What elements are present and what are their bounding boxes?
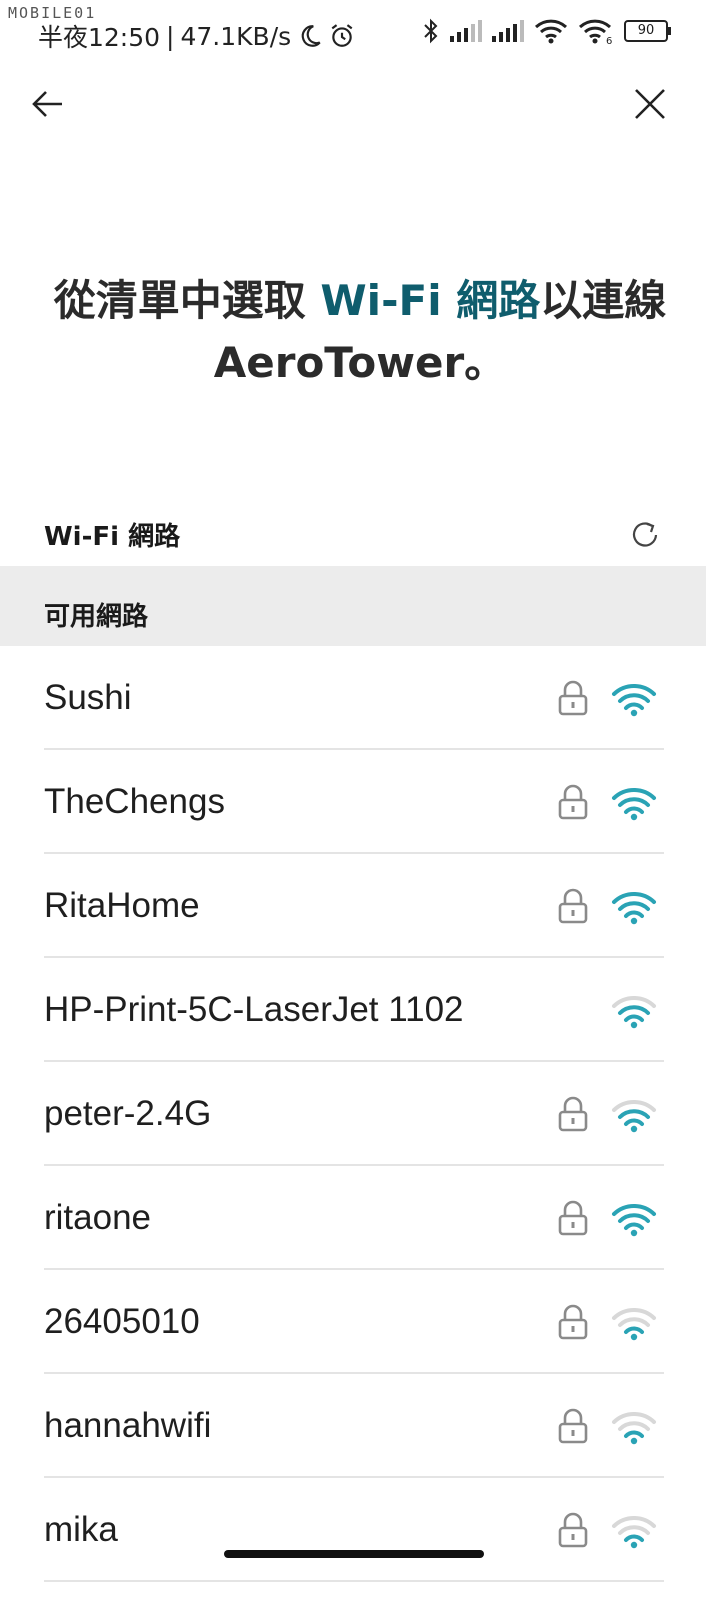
close-button[interactable] (632, 86, 668, 122)
status-left: 半夜12:50 | 47.1KB/s (38, 18, 355, 54)
network-name: mika (44, 1510, 118, 1549)
network-row[interactable]: mika (0, 1478, 706, 1582)
wifi-icon (534, 19, 568, 44)
wifi-signal-icon (612, 1100, 656, 1133)
network-row[interactable]: Sushi (0, 646, 706, 750)
status-bar: MOBILE01 半夜12:50 | 47.1KB/s 6 90 (0, 0, 720, 64)
lock-icon (558, 1512, 588, 1548)
back-button[interactable] (30, 86, 66, 122)
arrow-left-icon (32, 91, 62, 117)
wifi-signal-icon (612, 1516, 656, 1549)
network-row[interactable]: TheChengs (0, 750, 706, 854)
title-text-1: 從清單中選取 (53, 276, 321, 325)
section-title: Wi-Fi 網路 (44, 522, 181, 552)
wifi-signal-icon (612, 1412, 656, 1445)
network-name: TheChengs (44, 782, 225, 821)
network-speed: 47.1KB/s (180, 21, 292, 51)
home-indicator[interactable] (224, 1550, 484, 1558)
wifi-signal-icon (612, 788, 656, 821)
network-name: 26405010 (44, 1302, 200, 1341)
network-row[interactable]: ritaone (0, 1166, 706, 1270)
wifi-signal-icon (612, 1308, 656, 1341)
wifi-signal-icon (612, 996, 656, 1029)
status-separator: | (166, 21, 175, 51)
network-row[interactable]: peter-2.4G (0, 1062, 706, 1166)
network-row[interactable]: 26405010 (0, 1270, 706, 1374)
signal-icon (450, 20, 482, 42)
page-title: 從清單中選取 Wi-Fi 網路以連線 AeroTower。 (40, 270, 680, 394)
title-accent: Wi-Fi 網路 (320, 276, 541, 325)
wifi-signal-icon (612, 684, 656, 717)
network-name: RitaHome (44, 886, 200, 925)
network-row[interactable]: HP-Print-5C-LaserJet 1102 (0, 958, 706, 1062)
network-row[interactable]: hannahwifi (0, 1374, 706, 1478)
network-name: Sushi (44, 678, 132, 717)
lock-icon (558, 1096, 588, 1132)
signal-icon (492, 20, 524, 42)
close-icon (635, 89, 665, 119)
network-name: HP-Print-5C-LaserJet 1102 (44, 990, 464, 1029)
lock-icon (558, 888, 588, 924)
lock-icon (558, 1408, 588, 1444)
moon-icon (301, 25, 321, 47)
svg-text:6: 6 (606, 36, 612, 44)
lock-icon (558, 1304, 588, 1340)
lock-icon (558, 784, 588, 820)
network-row[interactable]: RitaHome (0, 854, 706, 958)
battery-icon: 90 (624, 20, 671, 42)
refresh-icon (632, 522, 658, 547)
network-name: hannahwifi (44, 1406, 212, 1445)
wifi-6-icon: 6 (578, 19, 612, 44)
available-networks-label: 可用網路 (44, 602, 149, 632)
lock-icon (558, 680, 588, 716)
bluetooth-icon (424, 18, 438, 44)
status-right: 6 90 (422, 18, 671, 44)
refresh-button[interactable] (630, 520, 660, 550)
alarm-icon (331, 24, 353, 47)
network-name: peter-2.4G (44, 1094, 212, 1133)
wifi-signal-icon (612, 892, 656, 925)
network-name: ritaone (44, 1198, 152, 1237)
status-time: 半夜12:50 (38, 23, 161, 52)
wifi-signal-icon (612, 1204, 656, 1237)
lock-icon (558, 1200, 588, 1236)
network-list: Sushi TheChengs RitaHome HP-Print-5C-LaserJ… (0, 646, 706, 1582)
available-networks-header: 可用網路 (0, 566, 706, 646)
